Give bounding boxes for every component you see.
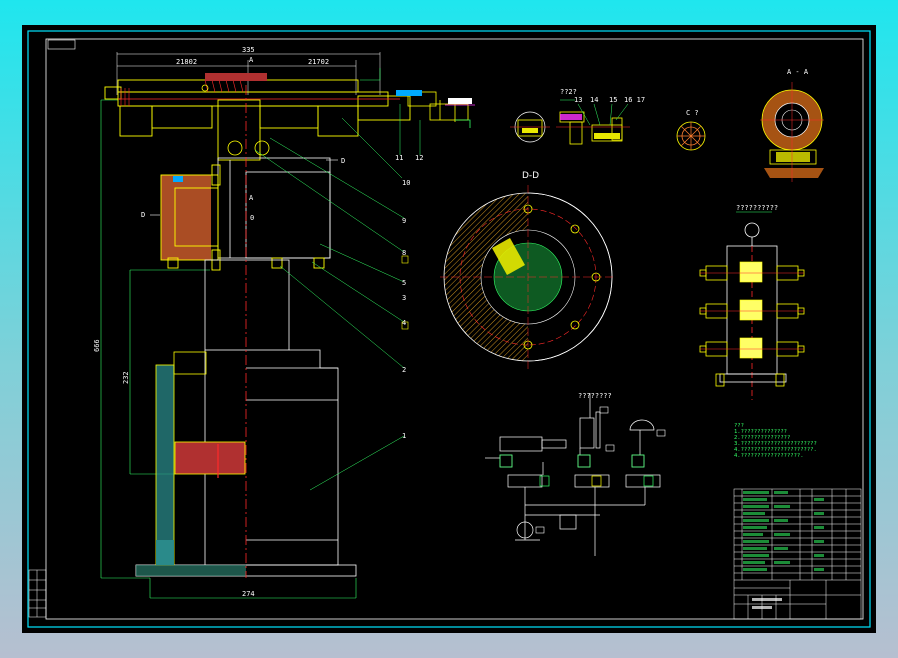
- part-number: 4: [402, 319, 406, 327]
- section-mark-o: 0: [250, 214, 254, 222]
- section-aa-label: A - A: [787, 68, 809, 76]
- cad-drawing-canvas: 335 21802 21702 666 232 274 A A D D 0 11…: [22, 25, 876, 633]
- detail-callout: 16 17: [624, 96, 645, 104]
- detail-callout: 13: [574, 96, 582, 104]
- hydraulic-label: ????????: [578, 392, 612, 400]
- part-number: 5: [402, 279, 406, 287]
- section-mark-d-left: D: [141, 211, 145, 219]
- valve-block-label: ??????????: [736, 204, 778, 212]
- dim-base-width: 274: [242, 590, 255, 598]
- part-number: 8: [402, 249, 406, 257]
- part-number: 3: [402, 294, 406, 302]
- part-number: 1: [402, 432, 406, 440]
- section-mark-d-right: D: [341, 157, 345, 165]
- dim-left-span: 21802: [176, 58, 197, 66]
- detail-callout: 14: [590, 96, 598, 104]
- part-number: 10: [402, 179, 410, 187]
- part-number: 2: [402, 366, 406, 374]
- dim-right-span: 21702: [308, 58, 329, 66]
- detail-small-label: ??2?: [560, 88, 577, 96]
- dim-top-width: 335: [242, 46, 255, 54]
- detail-callout: 15: [609, 96, 617, 104]
- part-number: 9: [402, 217, 406, 225]
- note-line: 4.??????????????????.: [734, 453, 804, 459]
- dim-height-inner: 232: [122, 371, 130, 384]
- dim-height-total: 666: [93, 339, 101, 352]
- part-number: 11: [395, 154, 403, 162]
- detail-c-label: C ?: [686, 109, 699, 117]
- part-number: 12: [415, 154, 423, 162]
- section-dd-label: D-D: [522, 171, 539, 181]
